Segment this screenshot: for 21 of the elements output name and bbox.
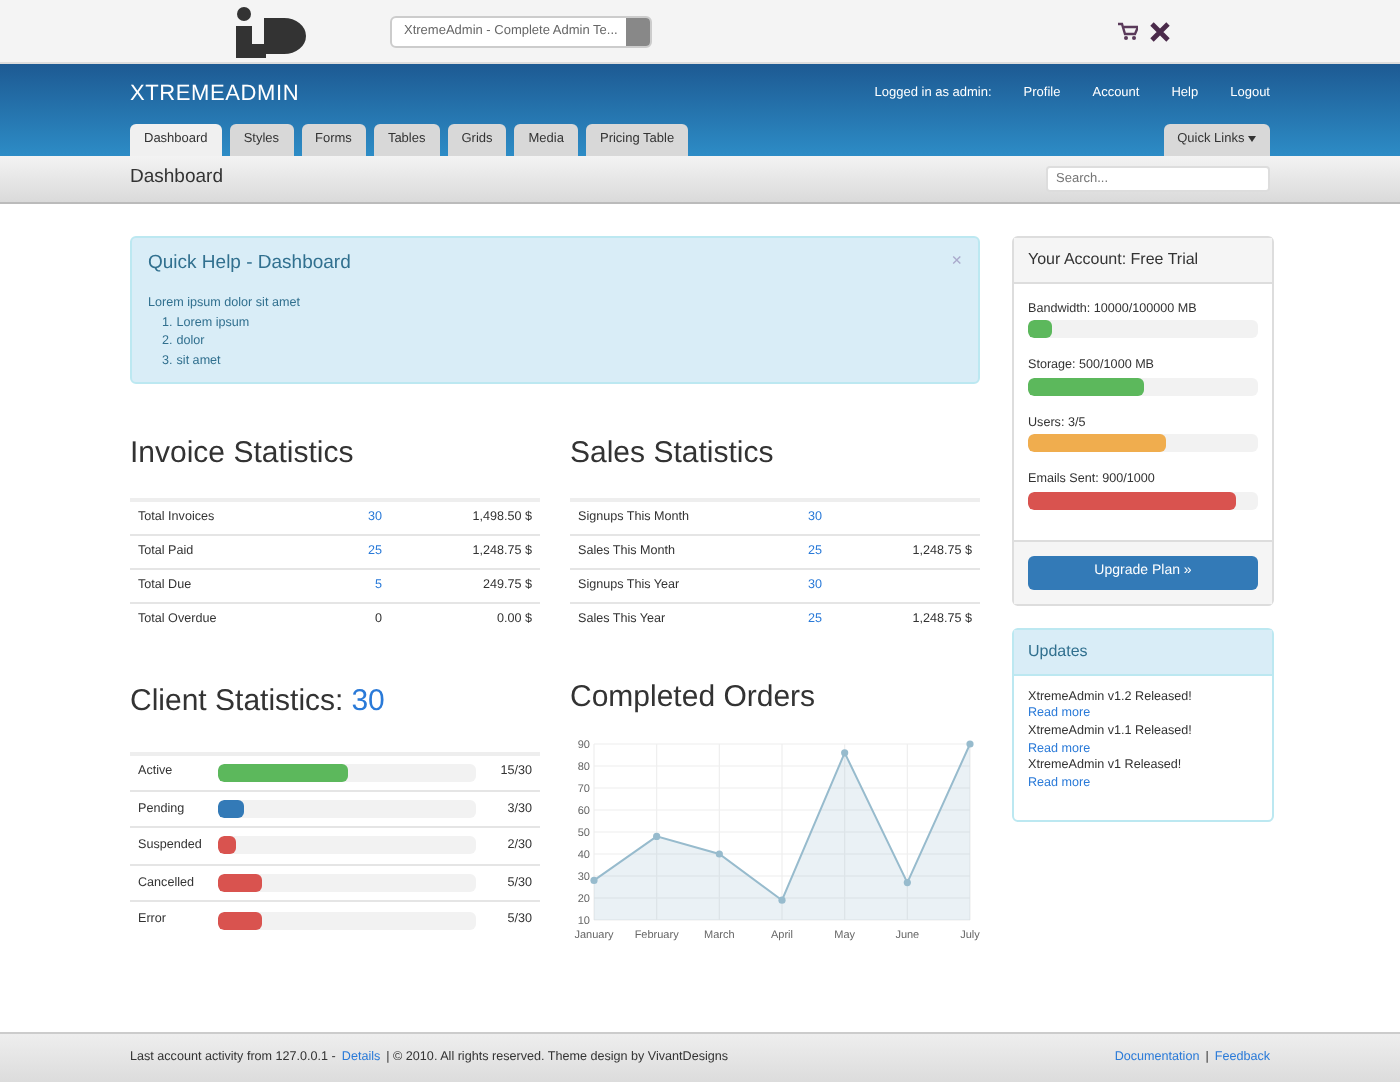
data-point: [590, 876, 598, 884]
data-point: [653, 832, 661, 840]
brand-title: XTREMEADMIN: [130, 80, 300, 110]
section-heading: Client Statistics:: [130, 682, 344, 722]
data-point: [778, 896, 786, 904]
section-heading: Invoice Statistics: [130, 436, 356, 472]
section-heading: Completed Orders: [570, 680, 818, 716]
data-point: [966, 740, 974, 748]
client-count-link[interactable]: 30: [351, 680, 385, 725]
panel-title: Your Account: Free Trial: [1014, 238, 1272, 284]
page-title: Dashboard: [130, 164, 223, 193]
logo-icon: [230, 5, 310, 57]
section-heading: Sales Statistics: [570, 436, 776, 472]
cart-icon[interactable]: [1118, 22, 1138, 40]
data-point: [903, 879, 911, 887]
alert-title: Quick Help - Dashboard: [148, 250, 351, 278]
panel-title: Updates: [1014, 629, 1272, 676]
caret-icon: [1248, 135, 1256, 142]
close-icon[interactable]: [1150, 21, 1170, 41]
data-point: [841, 749, 849, 757]
data-point: [715, 850, 723, 858]
